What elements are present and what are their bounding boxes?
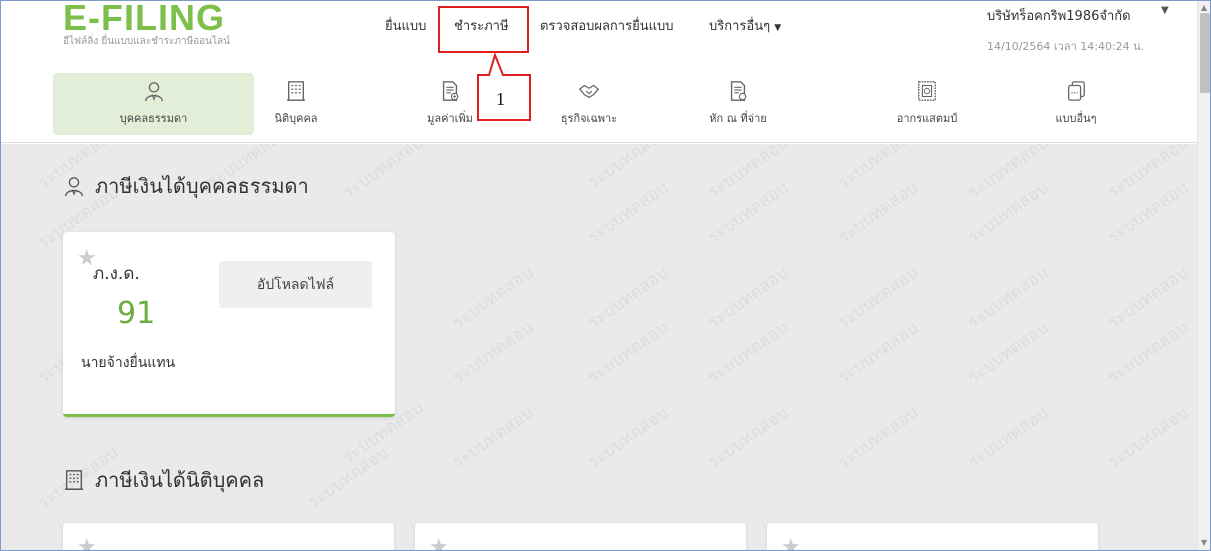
form-description: นายจ้างยื่นแทน <box>81 355 176 371</box>
favorite-star-icon[interactable]: ★ <box>781 535 801 550</box>
watermark: ระบบทดสอบ <box>1104 402 1192 473</box>
person-icon <box>65 177 83 197</box>
watermark: ระบบทดสอบ <box>449 402 537 473</box>
favorite-star-icon[interactable]: ★ <box>77 535 97 550</box>
category-individual[interactable]: บุคคลธรรมดา <box>53 73 254 135</box>
chevron-down-icon[interactable]: ▼ <box>1161 5 1169 16</box>
form-card[interactable]: ★ <box>767 523 1098 550</box>
section-title-text: ภาษีเงินได้บุคคลธรรมดา <box>95 174 309 198</box>
category-specific-business[interactable]: ธุรกิจเฉพาะ <box>529 73 649 135</box>
watermark: ระบบทดสอบ <box>964 402 1052 473</box>
category-label: นิติบุคคล <box>274 112 318 125</box>
form-number: 91 <box>117 296 156 331</box>
category-label: หัก ณ ที่จ่าย <box>709 112 767 125</box>
top-header: E-FILING อีไฟล์ลิ่ง ยื่นแบบและชำระภาษีออ… <box>1 1 1197 67</box>
favorite-star-icon[interactable]: ★ <box>429 535 449 550</box>
nav-check-status[interactable]: ตรวจสอบผลการยื่นแบบ <box>540 15 673 36</box>
form-card[interactable]: ★ <box>63 523 394 550</box>
annotation-number: 1 <box>496 89 505 109</box>
category-label: แบบอื่นๆ <box>1055 112 1097 125</box>
annotation-callout <box>477 53 531 121</box>
section-title-juristic: ภาษีเงินได้นิติบุคคล <box>63 464 264 496</box>
stamp-icon <box>918 81 936 101</box>
category-other-forms[interactable]: แบบอื่นๆ <box>1021 73 1131 135</box>
document-check-icon <box>730 81 747 101</box>
category-label: ธุรกิจเฉพาะ <box>560 112 618 125</box>
section-title-text: ภาษีเงินได้นิติบุคคล <box>95 468 265 492</box>
watermark: ระบบทดสอบ <box>584 402 672 473</box>
watermark: ระบบทดสอบ <box>339 144 427 203</box>
category-stamp-duty[interactable]: อากรแสตมป์ <box>867 73 987 135</box>
building-icon <box>286 81 306 101</box>
form-name: ภ.ง.ด. <box>93 264 140 284</box>
vertical-scrollbar[interactable]: ▲ ▼ <box>1197 1 1210 550</box>
upload-file-button[interactable]: อัปโหลดไฟล์ <box>219 261 372 308</box>
user-menu[interactable]: บริษัทร็อคกริพ1986จำกัด <box>987 5 1131 26</box>
scroll-down-arrow-icon[interactable]: ▼ <box>1201 538 1207 547</box>
category-label: บุคคลธรรมดา <box>119 112 188 125</box>
category-juristic[interactable]: นิติบุคคล <box>241 73 351 135</box>
nav-file-return[interactable]: ยื่นแบบ <box>385 15 426 36</box>
scroll-up-arrow-icon[interactable]: ▲ <box>1201 3 1207 12</box>
category-bar: บุคคลธรรมดา นิติบุคคล มูลค่าเพิ่ม ธุรกิจ… <box>1 67 1197 143</box>
form-card[interactable]: ★ <box>415 523 746 550</box>
handshake-icon <box>578 84 600 99</box>
watermark: ระบบทดสอบ <box>704 402 792 473</box>
browser-viewport: E-FILING อีไฟล์ลิ่ง ยื่นแบบและชำระภาษีออ… <box>0 0 1211 551</box>
category-label: อากรแสตมป์ <box>896 112 958 125</box>
building-icon <box>64 470 84 490</box>
form-card-pnd91[interactable]: ★ ภ.ง.ด. 91 นายจ้างยื่นแทน อัปโหลดไฟล์ <box>63 232 395 417</box>
documents-icon <box>1068 81 1085 101</box>
main-content: ระบบทดสอบ ระบบทดสอบ ระบบทดสอบ ระบบทดสอบ … <box>1 144 1197 550</box>
login-datetime: 14/10/2564 เวลา 14:40:24 น. <box>987 40 1145 53</box>
nav-other-services-label: บริการอื่นๆ <box>709 19 771 34</box>
category-withholding[interactable]: หัก ณ ที่จ่าย <box>678 73 798 135</box>
logo-subtitle: อีไฟล์ลิ่ง ยื่นแบบและชำระภาษีออนไลน์ <box>63 36 230 47</box>
watermark: ระบบทดสอบ <box>834 402 922 473</box>
person-icon <box>144 82 163 102</box>
scrollbar-thumb[interactable] <box>1200 13 1210 93</box>
chevron-down-icon: ▼ <box>774 23 782 33</box>
annotation-highlight-box <box>438 6 529 53</box>
document-plus-icon <box>442 81 459 101</box>
section-title-individual: ภาษีเงินได้บุคคลธรรมดา <box>63 170 309 202</box>
nav-other-services[interactable]: บริการอื่นๆ ▼ <box>709 15 781 36</box>
